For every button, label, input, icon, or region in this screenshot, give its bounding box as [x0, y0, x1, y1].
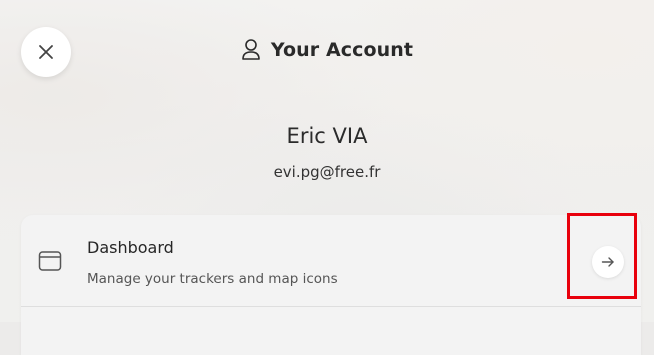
arrow-right-icon: [601, 256, 615, 268]
account-menu-card: Dashboard Manage your trackers and map i…: [21, 215, 641, 355]
window-icon: [38, 250, 62, 272]
profile-name: Eric VIA: [286, 124, 368, 148]
profile-email: evi.pg@free.fr: [273, 163, 381, 181]
menu-item-dashboard[interactable]: Dashboard Manage your trackers and map i…: [21, 215, 641, 306]
user-icon: [241, 38, 261, 62]
row-divider: [21, 306, 641, 307]
dashboard-open-button[interactable]: [592, 246, 624, 278]
menu-item-title: Dashboard: [87, 238, 174, 257]
page-header: Your Account: [0, 38, 654, 62]
page-title: Your Account: [270, 39, 414, 61]
menu-item-subtitle: Manage your trackers and map icons: [87, 271, 338, 287]
